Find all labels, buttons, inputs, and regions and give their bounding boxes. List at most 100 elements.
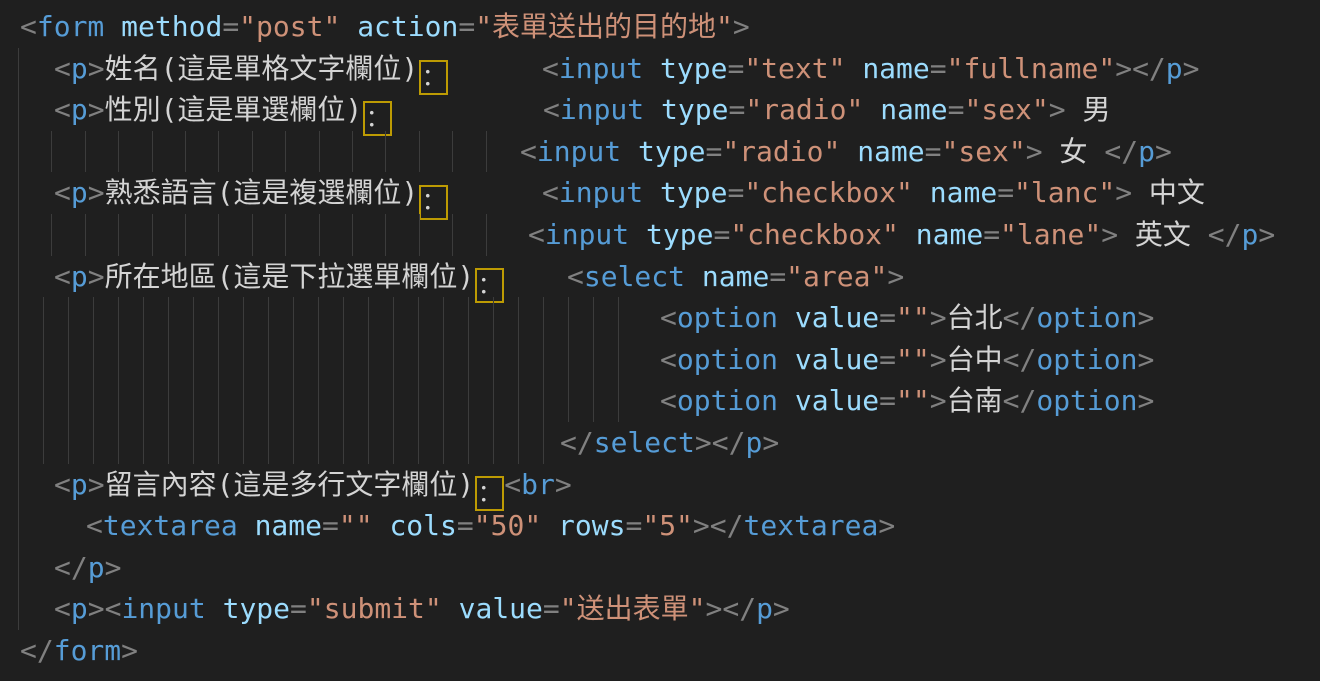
code-token: 英文: [1118, 218, 1208, 251]
code-token: "送出表單": [560, 592, 706, 625]
code-line: <input type="radio" name="sex"> 女 </p>: [0, 131, 1320, 173]
code-line: </select></p>: [0, 422, 1320, 464]
code-token: textarea: [744, 509, 879, 542]
code-token: <: [504, 468, 521, 501]
indent-guide: [118, 422, 119, 464]
code-token: [685, 260, 702, 293]
code-token: >: [733, 10, 750, 43]
indent-guide: [185, 131, 186, 173]
code-token: </: [722, 592, 756, 625]
indent-guide: [118, 380, 119, 422]
indent-guide: [85, 131, 86, 173]
code-token: >: [88, 260, 105, 293]
code-token: [863, 93, 880, 126]
code-token: select: [584, 260, 685, 293]
code-line: <p>留言內容(這是多行文字欄位)：<br>: [0, 464, 1320, 506]
indent-guide: [293, 380, 294, 422]
code-token: [621, 135, 638, 168]
code-token: input: [560, 93, 644, 126]
code-token: =: [948, 93, 965, 126]
indent-guide: [418, 297, 419, 339]
indent-guide: [143, 380, 144, 422]
indent-guide: [43, 422, 44, 464]
code-token: >: [88, 52, 105, 85]
code-token: </: [1003, 343, 1037, 376]
indent-guide: [568, 339, 569, 381]
indent-guide: [468, 297, 469, 339]
indent-guide: [568, 297, 569, 339]
code-text-run: </form>: [20, 630, 138, 672]
indent-guide: [218, 131, 219, 173]
code-token: <: [54, 260, 71, 293]
code-token: name: [255, 509, 322, 542]
code-token: 女: [1043, 135, 1105, 168]
code-token: >: [88, 176, 105, 209]
indent-guide: [18, 547, 19, 589]
indent-guide: [51, 214, 52, 256]
indent-guide: [218, 380, 219, 422]
indent-guide: [143, 297, 144, 339]
code-token: "checkbox": [744, 176, 913, 209]
code-text-run: <p>性別(這是單選欄位)：: [54, 89, 392, 136]
indent-guide: [193, 339, 194, 381]
code-line: <p><input type="submit" value="送出表單"></p…: [0, 588, 1320, 630]
code-token: type: [661, 93, 728, 126]
code-text-run: <p>留言內容(這是多行文字欄位)：<br>: [54, 464, 572, 511]
code-text-run: <p>姓名(這是單格文字欄位)：: [54, 48, 448, 95]
indent-guide: [293, 339, 294, 381]
code-text-run: <textarea name="" cols="50" rows="5"></t…: [86, 505, 895, 547]
code-token: value: [795, 384, 879, 417]
code-editor[interactable]: <form method="post" action="表單送出的目的地"><p…: [0, 0, 1320, 681]
indent-guide: [285, 214, 286, 256]
code-token: type: [660, 176, 727, 209]
code-token: p: [71, 52, 88, 85]
code-token: >: [1138, 384, 1155, 417]
code-token: p: [71, 260, 88, 293]
code-token: input: [537, 135, 621, 168]
indent-guide: [618, 297, 619, 339]
code-token: =: [727, 52, 744, 85]
indent-guide: [268, 297, 269, 339]
indent-guide: [543, 297, 544, 339]
code-token: <: [660, 301, 677, 334]
code-token: </: [1003, 301, 1037, 334]
indent-guide: [593, 297, 594, 339]
code-token: 性別(這是單選欄位): [105, 93, 363, 126]
indent-guide: [452, 214, 453, 256]
code-token: >: [695, 426, 712, 459]
code-token: =: [728, 93, 745, 126]
code-token: 台南: [947, 384, 1003, 417]
code-token: </: [1003, 384, 1037, 417]
code-token: name: [702, 260, 769, 293]
indent-guide: [543, 422, 544, 464]
code-token: "sex": [964, 93, 1048, 126]
indent-guide: [285, 131, 286, 173]
code-text-run: <input type="checkbox" name="lanc"> 中文: [542, 172, 1205, 214]
indent-guide: [468, 380, 469, 422]
code-token: "submit": [307, 592, 442, 625]
code-token: type: [646, 218, 713, 251]
code-line: <p>性別(這是單選欄位)：<input type="radio" name="…: [0, 89, 1320, 131]
indent-guide: [243, 380, 244, 422]
indent-guide: [18, 214, 19, 256]
code-token: >: [773, 592, 790, 625]
code-token: 男: [1066, 93, 1111, 126]
code-token: >: [88, 93, 105, 126]
code-token: =: [543, 592, 560, 625]
code-line: </form>: [0, 630, 1320, 672]
code-token: [644, 93, 661, 126]
indent-guide: [443, 297, 444, 339]
indent-guide: [85, 214, 86, 256]
code-token: >: [930, 301, 947, 334]
code-line: <p>所在地區(這是下拉選單欄位)：<select name="area">: [0, 256, 1320, 298]
code-token: >: [555, 468, 572, 501]
indent-guide: [343, 380, 344, 422]
code-line: <option value="">台中</option>: [0, 339, 1320, 381]
code-token: [541, 509, 558, 542]
indent-guide: [418, 339, 419, 381]
indent-guide: [443, 422, 444, 464]
indent-guide: [193, 380, 194, 422]
indent-guide: [368, 380, 369, 422]
code-token: >: [1101, 218, 1118, 251]
code-token: [373, 509, 390, 542]
